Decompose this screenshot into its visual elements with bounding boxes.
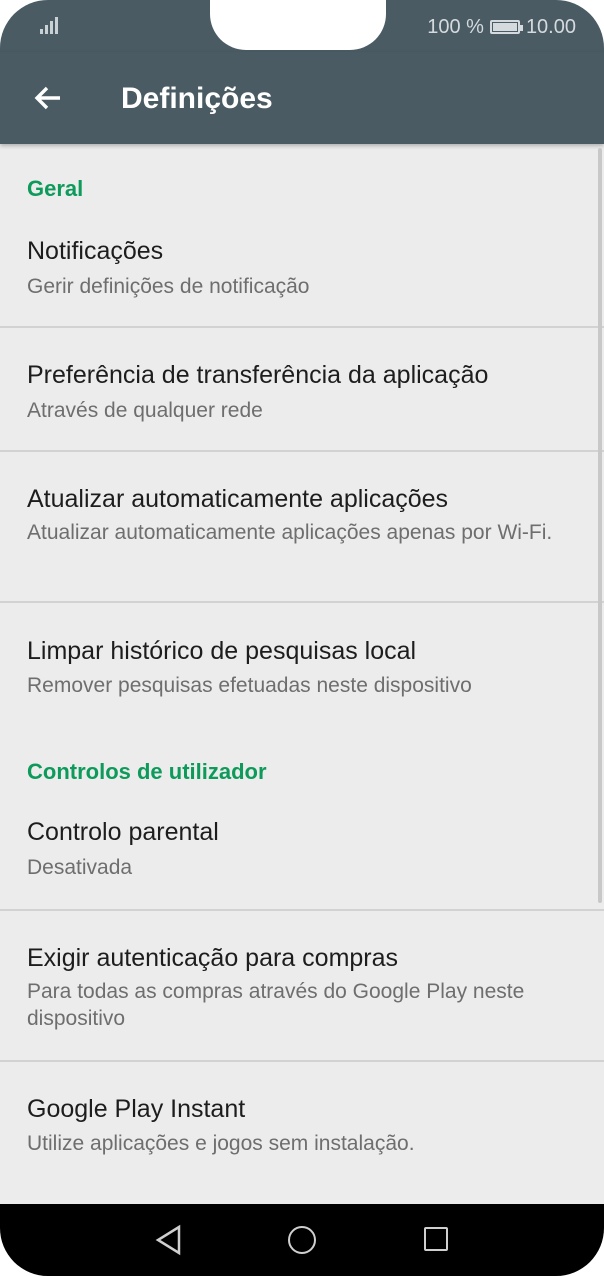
setting-title: Limpar histórico de pesquisas local: [27, 637, 417, 665]
battery-percent: 100 %: [427, 15, 484, 38]
setting-require-authentication[interactable]: Exigir autenticação para compras Para to…: [0, 911, 604, 1061]
triangle-back-icon[interactable]: [154, 1224, 184, 1256]
page-title: Definições: [121, 82, 273, 115]
section-header-general: Geral: [27, 176, 84, 201]
camera-notch: [210, 0, 386, 50]
setting-auto-update[interactable]: Atualizar automaticamente aplicações Atu…: [0, 452, 604, 602]
scrollbar[interactable]: [598, 148, 602, 903]
setting-title: Atualizar automaticamente aplicações: [27, 485, 449, 513]
setting-subtitle: Utilize aplicações e jogos sem instalaçã…: [27, 1132, 415, 1155]
arrow-left-icon[interactable]: [30, 80, 66, 116]
setting-subtitle: Remover pesquisas efetuadas neste dispos…: [27, 674, 472, 697]
phone-screen: 100 % 10.00 Definições Geral Notificaçõe…: [0, 0, 604, 1276]
setting-title: Preferência de transferência da aplicaçã…: [27, 361, 489, 389]
status-right: 100 % 10.00: [427, 14, 576, 40]
setting-subtitle: Desativada: [27, 856, 133, 879]
setting-download-preference[interactable]: Preferência de transferência da aplicaçã…: [0, 328, 604, 450]
setting-subtitle: Atualizar automaticamente aplicações ape…: [27, 521, 553, 544]
signal-icon: [40, 16, 64, 34]
setting-subtitle: Para todas as compras através do Google …: [27, 980, 525, 1030]
setting-subtitle: Gerir definições de notificação: [27, 275, 310, 298]
square-recents-icon[interactable]: [424, 1227, 448, 1251]
navigation-bar: [0, 1204, 604, 1276]
setting-title: Controlo parental: [27, 818, 219, 846]
setting-title: Exigir autenticação para compras: [27, 944, 399, 972]
setting-parental-control[interactable]: Controlo parental Desativada: [0, 804, 604, 909]
setting-title: Google Play Instant: [27, 1095, 246, 1123]
battery-icon: [489, 20, 523, 34]
circle-home-icon[interactable]: [288, 1226, 316, 1254]
setting-title: Notificações: [27, 237, 164, 265]
section-header-user-controls: Controlos de utilizador: [27, 759, 267, 784]
setting-clear-search-history[interactable]: Limpar histórico de pesquisas local Remo…: [0, 603, 604, 713]
setting-google-play-instant[interactable]: Google Play Instant Utilize aplicações e…: [0, 1062, 604, 1172]
status-bar: 100 % 10.00: [0, 0, 604, 52]
setting-subtitle: Através de qualquer rede: [27, 399, 263, 422]
app-bar: Definições: [0, 52, 604, 144]
setting-notifications[interactable]: Notificações Gerir definições de notific…: [0, 224, 604, 326]
settings-list: Geral Notificações Gerir definições de n…: [0, 144, 604, 1204]
clock: 10.00: [525, 15, 576, 38]
